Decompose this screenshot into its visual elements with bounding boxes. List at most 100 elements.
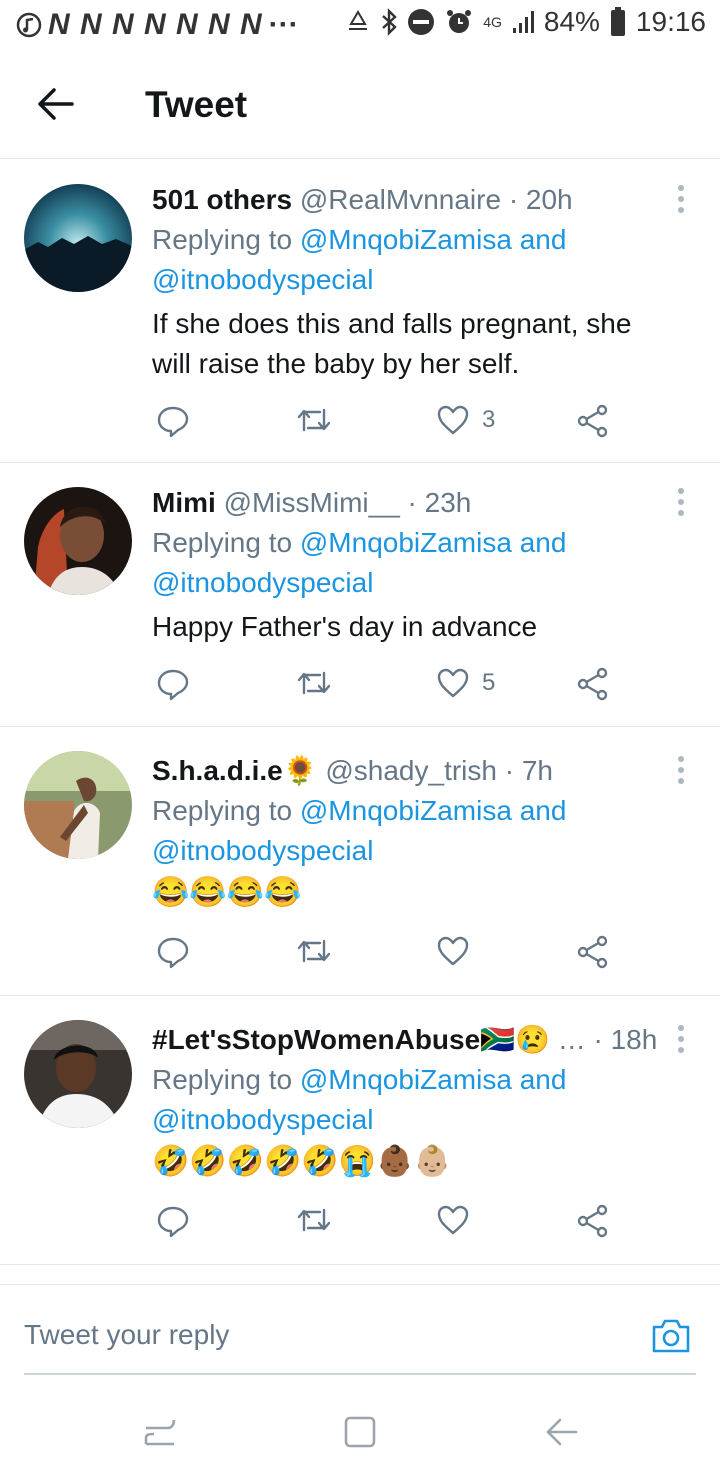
mention-link[interactable]: @itnobodyspecial [152,264,373,295]
retweet-icon [297,1208,331,1232]
retweet-button[interactable] [296,404,332,436]
mention-link[interactable]: @MnqobiZamisa and [300,795,567,826]
author-name[interactable]: 501 others [152,184,292,215]
author-handle[interactable]: @MissMimi__ [224,487,400,518]
page-title: Tweet [145,84,248,125]
arrow-left-icon[interactable] [36,84,76,124]
replying-to-label: Replying to [152,224,293,255]
tweet-item[interactable]: S.h.a.d.i.e🌻 @shady_trish · 7h Replying … [0,727,720,996]
alarm-icon [447,10,472,33]
author-handle[interactable]: @RealMvnnaire [300,184,501,215]
share-button[interactable] [576,667,610,701]
retweet-button[interactable] [296,667,332,699]
tweet-item[interactable]: Mimi @MissMimi__ · 23h Replying to @Mnqo… [0,463,720,727]
clock: 19:16 [635,6,706,37]
battery-icon [610,7,625,36]
heart-icon [437,936,469,966]
author-name[interactable]: S.h.a.d.i.e🌻 [152,755,318,786]
retweet-button[interactable] [296,1204,332,1236]
speech-bubble-icon [157,669,189,701]
vertical-dots-icon[interactable] [676,755,686,785]
tweet-time: · 18h [593,1024,658,1055]
tweet-actions [152,935,622,975]
share-icon [577,404,608,438]
share-button[interactable] [576,1204,610,1238]
music-notification-icon [16,12,42,38]
tweet-text: 😂😂😂😂 [152,876,302,909]
speech-bubble-icon [157,1206,189,1238]
avatar[interactable] [24,751,132,859]
share-icon [577,1204,608,1238]
vertical-dots-icon[interactable] [676,487,686,517]
back-nav-icon[interactable] [542,1412,582,1452]
status-bar: N N N N N N N ··· 4G 84% 19:16 [0,0,720,50]
camera-icon[interactable] [650,1315,692,1355]
reply-composer: Tweet your reply [0,1284,720,1385]
tweet-time: · 23h [407,487,472,518]
reply-button[interactable] [156,667,190,701]
tweet-item[interactable]: 501 others @RealMvnnaire · 20h Replying … [0,160,720,463]
reply-input[interactable]: Tweet your reply [24,1319,229,1351]
avatar[interactable] [24,184,132,292]
bluetooth-icon [382,8,397,36]
vertical-dots-icon[interactable] [676,1024,686,1054]
like-button[interactable] [436,935,482,967]
tweet-actions: 5 [152,667,622,707]
tweet-actions: 3 [152,404,622,444]
author-handle[interactable]: … [558,1024,586,1055]
tweet-text: If she does this and falls pregnant, she… [152,308,632,379]
share-button[interactable] [576,935,610,969]
like-button[interactable]: 5 [436,667,495,699]
retweet-icon [297,671,331,695]
system-nav-bar [0,1390,720,1480]
status-left: N N N N N N N ··· [16,8,299,42]
reply-button[interactable] [156,404,190,438]
battery-percent: 84% [543,6,600,37]
mention-link[interactable]: @MnqobiZamisa and [300,527,567,558]
vertical-dots-icon[interactable] [676,184,686,214]
recent-apps-icon[interactable] [140,1412,180,1452]
speech-bubble-icon [157,937,189,969]
share-icon [577,935,608,969]
share-button[interactable] [576,404,610,438]
signal-icon [512,11,534,33]
mention-link[interactable]: @itnobodyspecial [152,567,373,598]
mention-link[interactable]: @MnqobiZamisa and [300,1064,567,1095]
speech-bubble-icon [157,406,189,438]
heart-icon [437,668,469,698]
reply-underline [24,1373,696,1375]
do-not-disturb-icon [408,9,435,35]
status-right: 4G 84% 19:16 [345,6,706,38]
author-name[interactable]: Mimi [152,487,216,518]
tweet-item[interactable]: #Let'sStopWomenAbuse🇿🇦😢 … · 18h Replying… [0,996,720,1265]
retweet-icon [297,939,331,963]
more-notifications: ··· [268,8,299,41]
retweet-icon [297,408,331,432]
tweet-text: Happy Father's day in advance [152,611,538,642]
tweet-actions [152,1204,622,1244]
recycle-icon [349,10,368,30]
reply-button[interactable] [156,935,190,969]
heart-icon [437,1205,469,1235]
tweet-text: 🤣🤣🤣🤣🤣😭👶🏾👶🏼 [152,1145,451,1178]
avatar[interactable] [24,1020,132,1128]
home-icon[interactable] [340,1412,380,1452]
replying-to-label: Replying to [152,527,293,558]
tweet-time: · 7h [504,755,553,786]
author-name[interactable]: #Let'sStopWomenAbuse🇿🇦😢 [152,1024,550,1055]
mention-link[interactable]: @MnqobiZamisa and [300,224,567,255]
network-type: 4G [483,14,502,30]
replying-to-label: Replying to [152,1064,293,1095]
author-handle[interactable]: @shady_trish [325,755,497,786]
reply-button[interactable] [156,1204,190,1238]
mention-link[interactable]: @itnobodyspecial [152,835,373,866]
retweet-button[interactable] [296,935,332,967]
avatar[interactable] [24,487,132,595]
heart-icon [437,405,469,435]
share-icon [577,667,608,701]
like-button[interactable] [436,1204,482,1236]
replying-to-label: Replying to [152,795,293,826]
mention-link[interactable]: @itnobodyspecial [152,1104,373,1135]
like-button[interactable]: 3 [436,404,495,436]
like-count: 5 [482,669,496,696]
